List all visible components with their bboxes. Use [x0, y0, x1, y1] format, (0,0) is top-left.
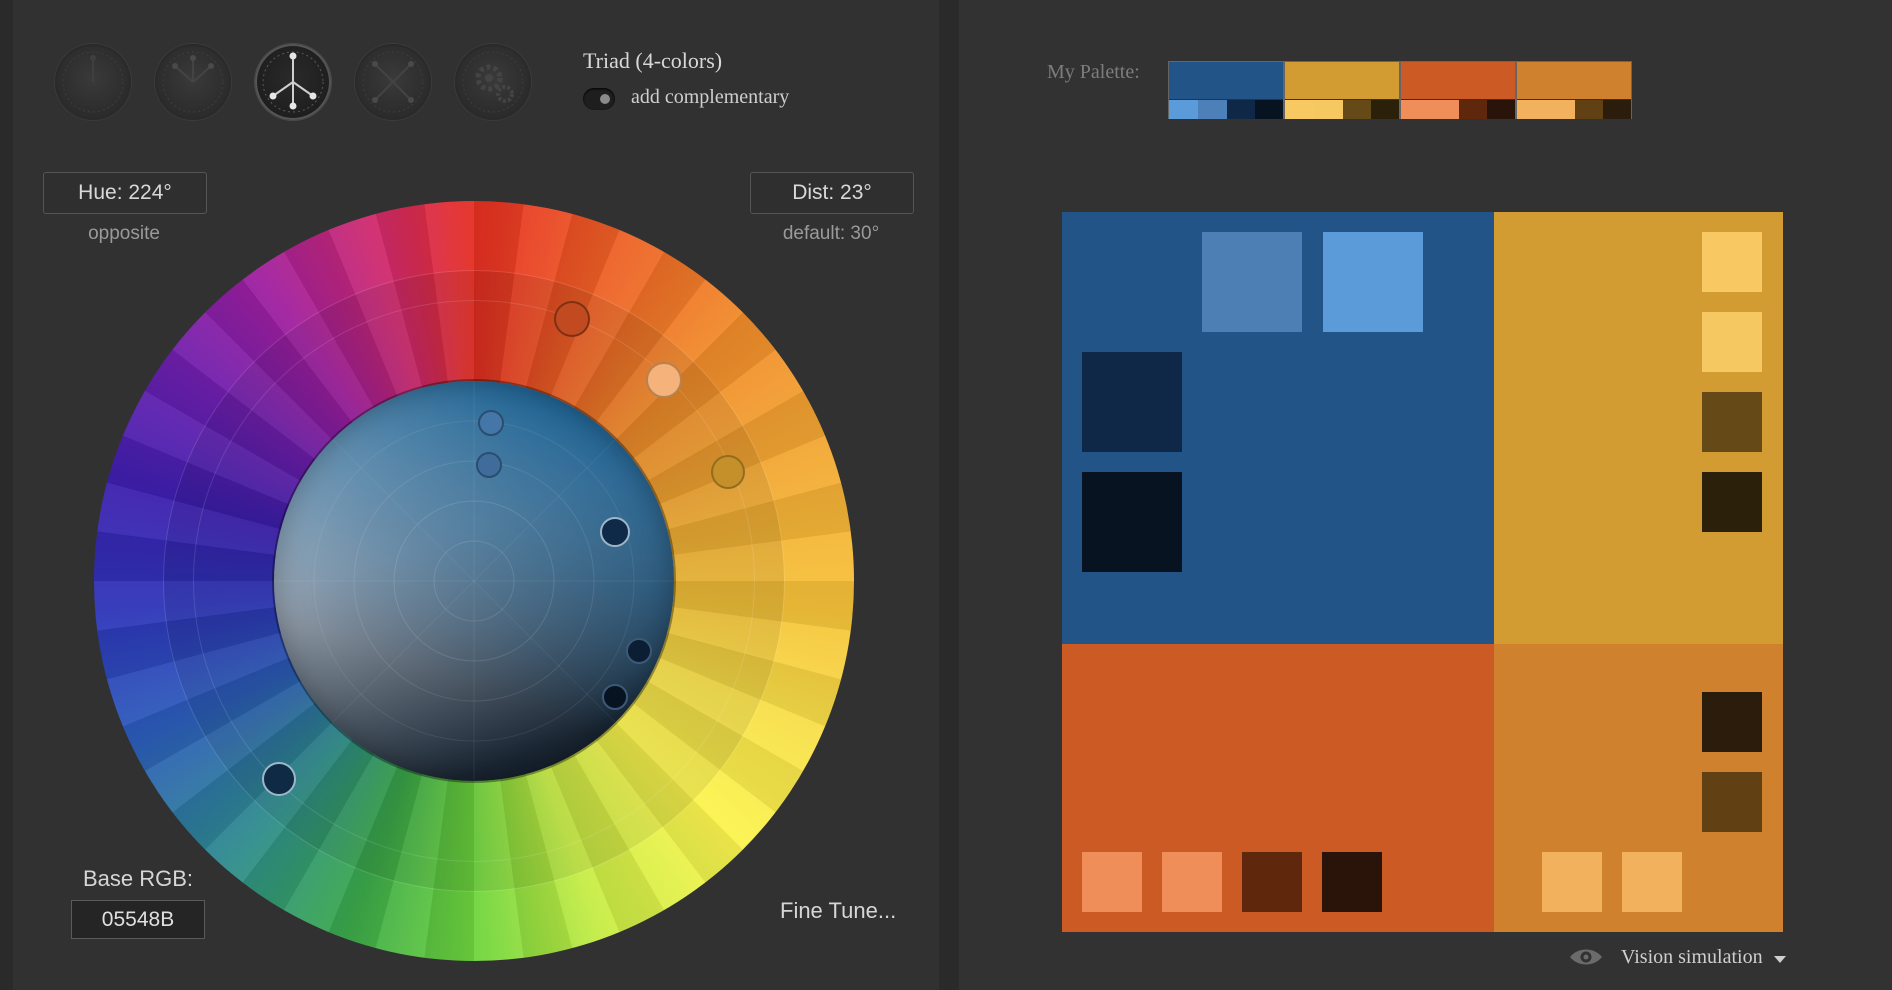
- preview-blue-block[interactable]: [1062, 212, 1494, 644]
- window-edge: [0, 0, 13, 990]
- panel-divider[interactable]: [939, 0, 959, 990]
- vision-simulation-dropdown[interactable]: Vision simulation: [1621, 946, 1763, 969]
- preview-swatch[interactable]: [1702, 692, 1762, 752]
- eye-icon[interactable]: [1568, 946, 1604, 968]
- disc-guide-rings: [274, 381, 674, 781]
- disc-marker[interactable]: [478, 410, 504, 436]
- disc-marker[interactable]: [602, 684, 628, 710]
- preview-swatch[interactable]: [1082, 852, 1142, 912]
- palette-sub-color: [1575, 100, 1603, 119]
- preview-swatch[interactable]: [1202, 232, 1302, 332]
- preview-swatch[interactable]: [1622, 852, 1682, 912]
- fine-tune-button[interactable]: Fine Tune...: [780, 898, 896, 924]
- palette-sub-color: [1169, 100, 1198, 119]
- palette-swatch-blue[interactable]: [1168, 61, 1284, 119]
- preview-swatch[interactable]: [1323, 232, 1423, 332]
- chevron-down-icon[interactable]: [1774, 956, 1786, 963]
- palette-swatch-yellow[interactable]: [1284, 61, 1400, 119]
- hue-marker-peach[interactable]: [646, 362, 682, 398]
- palette-sub-color: [1517, 100, 1546, 119]
- scheme-mono-button[interactable]: [55, 44, 131, 120]
- hue-marker-amber[interactable]: [711, 455, 745, 489]
- palette-sub-color: [1430, 100, 1459, 119]
- palette-preview-grid: [1062, 212, 1783, 932]
- palette-sub-color: [1401, 100, 1430, 119]
- palette-sub-color: [1459, 100, 1487, 119]
- single-line-dial-icon: [62, 51, 124, 113]
- palette-sub-color: [1343, 100, 1371, 119]
- base-rgb-input[interactable]: 05548B: [71, 900, 205, 939]
- palette-sub-color: [1285, 100, 1314, 119]
- hue-marker-base[interactable]: [262, 762, 296, 796]
- gear-icon: [462, 51, 524, 113]
- palette-sub-color: [1487, 100, 1515, 119]
- palette-sub-color: [1603, 100, 1631, 119]
- palette-sub-color: [1227, 100, 1255, 119]
- palette-main-color: [1401, 62, 1515, 99]
- palette-strip: [1168, 61, 1633, 119]
- base-rgb-label: Base RGB:: [83, 866, 194, 891]
- preview-yellow-block[interactable]: [1494, 212, 1783, 644]
- scheme-free-button[interactable]: [455, 44, 531, 120]
- scheme-complement-button[interactable]: [155, 44, 231, 120]
- color-scheme-app: Triad (4-colors) add complementary Hue: …: [0, 0, 1892, 990]
- palette-main-color: [1517, 62, 1631, 99]
- preview-swatch[interactable]: [1702, 232, 1762, 292]
- palette-sub-color: [1314, 100, 1343, 119]
- palette-sub-color: [1546, 100, 1575, 119]
- add-complementary-toggle[interactable]: [583, 88, 615, 110]
- preview-swatch[interactable]: [1702, 772, 1762, 832]
- preview-swatch[interactable]: [1082, 352, 1182, 452]
- scheme-tetrad-button[interactable]: [355, 44, 431, 120]
- add-complementary-label: add complementary: [631, 86, 790, 108]
- preview-swatch[interactable]: [1082, 472, 1182, 572]
- preview-orange-block[interactable]: [1062, 644, 1494, 932]
- preview-amber-block[interactable]: [1494, 644, 1783, 932]
- saturation-brightness-disc[interactable]: [274, 381, 674, 781]
- disc-marker-selected[interactable]: [600, 517, 630, 547]
- triad-dial-icon: [262, 51, 324, 113]
- preview-swatch[interactable]: [1702, 472, 1762, 532]
- preview-swatch[interactable]: [1542, 852, 1602, 912]
- scheme-title: Triad (4-colors): [583, 48, 723, 73]
- palette-sub-color: [1198, 100, 1227, 119]
- palette-swatch-amber[interactable]: [1516, 61, 1632, 119]
- palette-sub-color: [1371, 100, 1399, 119]
- preview-swatch[interactable]: [1702, 392, 1762, 452]
- preview-swatch[interactable]: [1322, 852, 1382, 912]
- four-arms-dial-icon: [362, 51, 424, 113]
- preview-swatch[interactable]: [1162, 852, 1222, 912]
- color-wheel[interactable]: [94, 201, 854, 961]
- disc-marker[interactable]: [626, 638, 652, 664]
- palette-label: My Palette:: [1047, 61, 1140, 83]
- hue-marker-orange[interactable]: [554, 301, 590, 337]
- two-arms-dial-icon: [162, 51, 224, 113]
- palette-main-color: [1285, 62, 1399, 99]
- preview-swatch[interactable]: [1702, 312, 1762, 372]
- palette-main-color: [1169, 62, 1283, 99]
- disc-marker[interactable]: [476, 452, 502, 478]
- scheme-triad-button[interactable]: [255, 44, 331, 120]
- palette-sub-color: [1255, 100, 1283, 119]
- preview-swatch[interactable]: [1242, 852, 1302, 912]
- toggle-knob: [600, 94, 610, 104]
- palette-swatch-orange[interactable]: [1400, 61, 1516, 119]
